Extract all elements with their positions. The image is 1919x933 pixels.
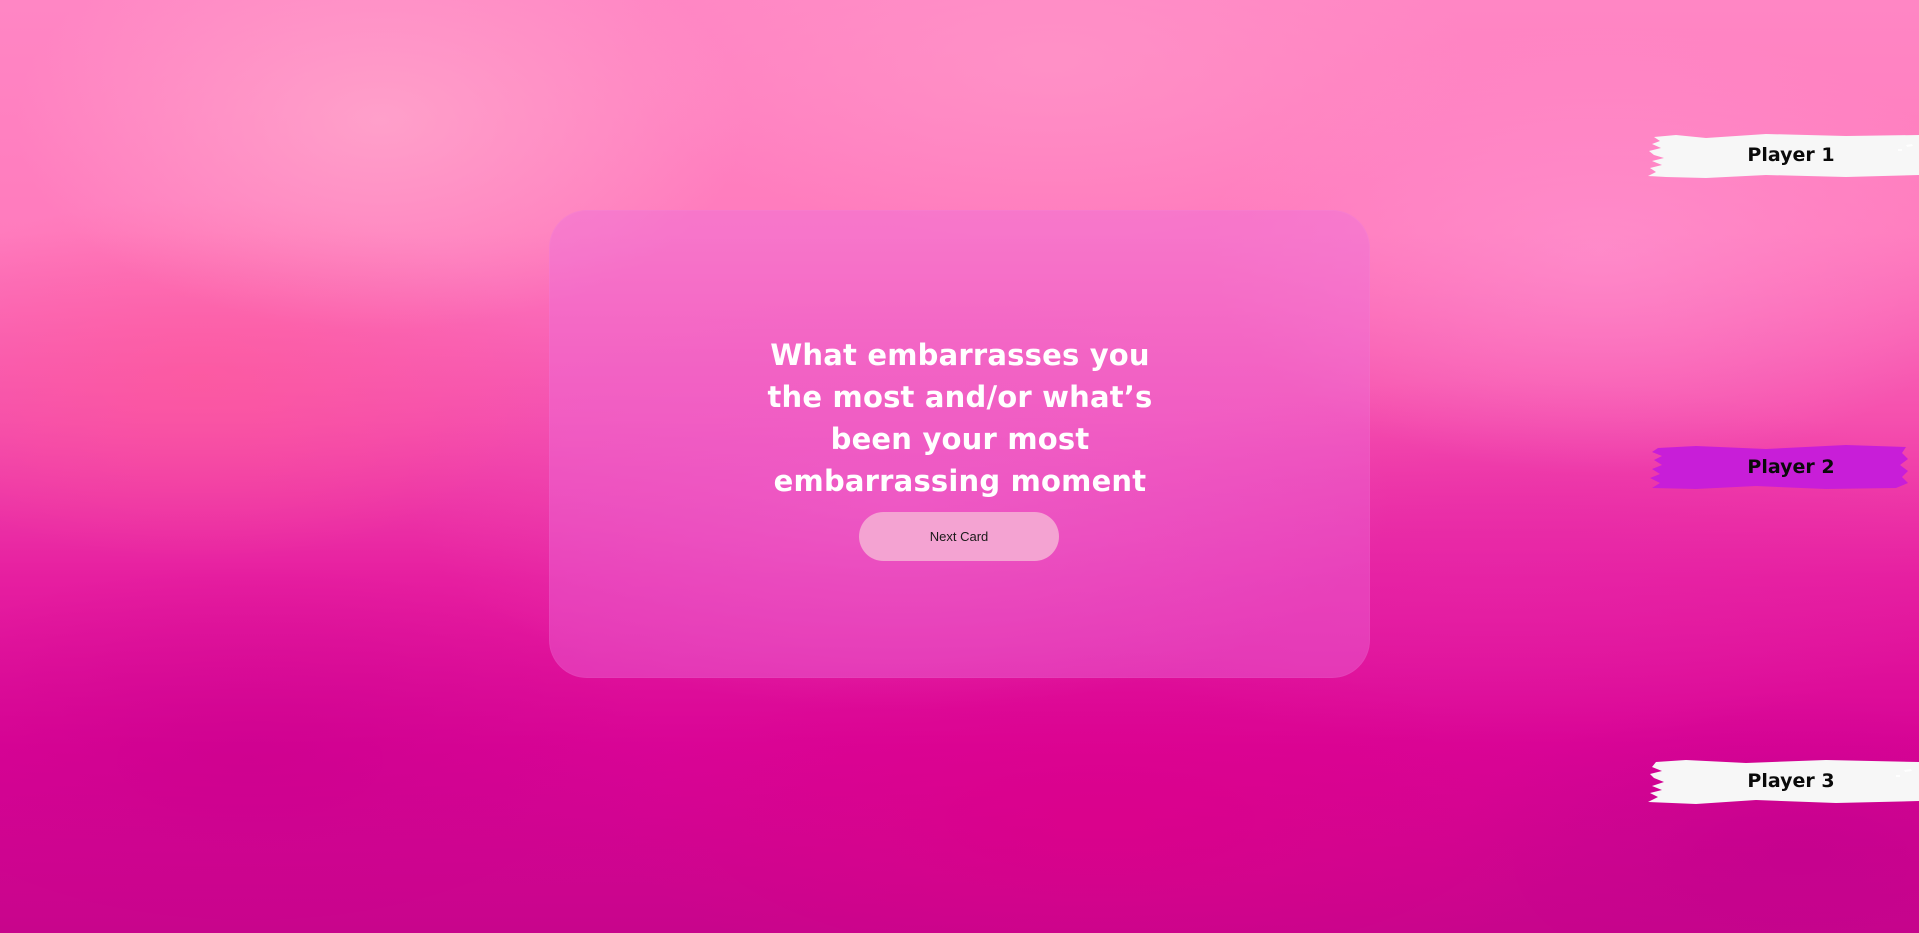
question-text: What embarrasses you the most and/or wha… [767, 338, 1153, 498]
player-tab-2[interactable]: Player 2 [1646, 443, 1919, 491]
next-card-button[interactable]: Next Card [859, 512, 1059, 561]
player-tab-1[interactable]: Player 1 [1646, 131, 1919, 179]
player-label: Player 3 [1747, 770, 1835, 792]
player-label: Player 2 [1747, 456, 1835, 478]
player-tab-3[interactable]: Player 3 [1646, 757, 1919, 805]
player-label: Player 1 [1747, 144, 1835, 166]
